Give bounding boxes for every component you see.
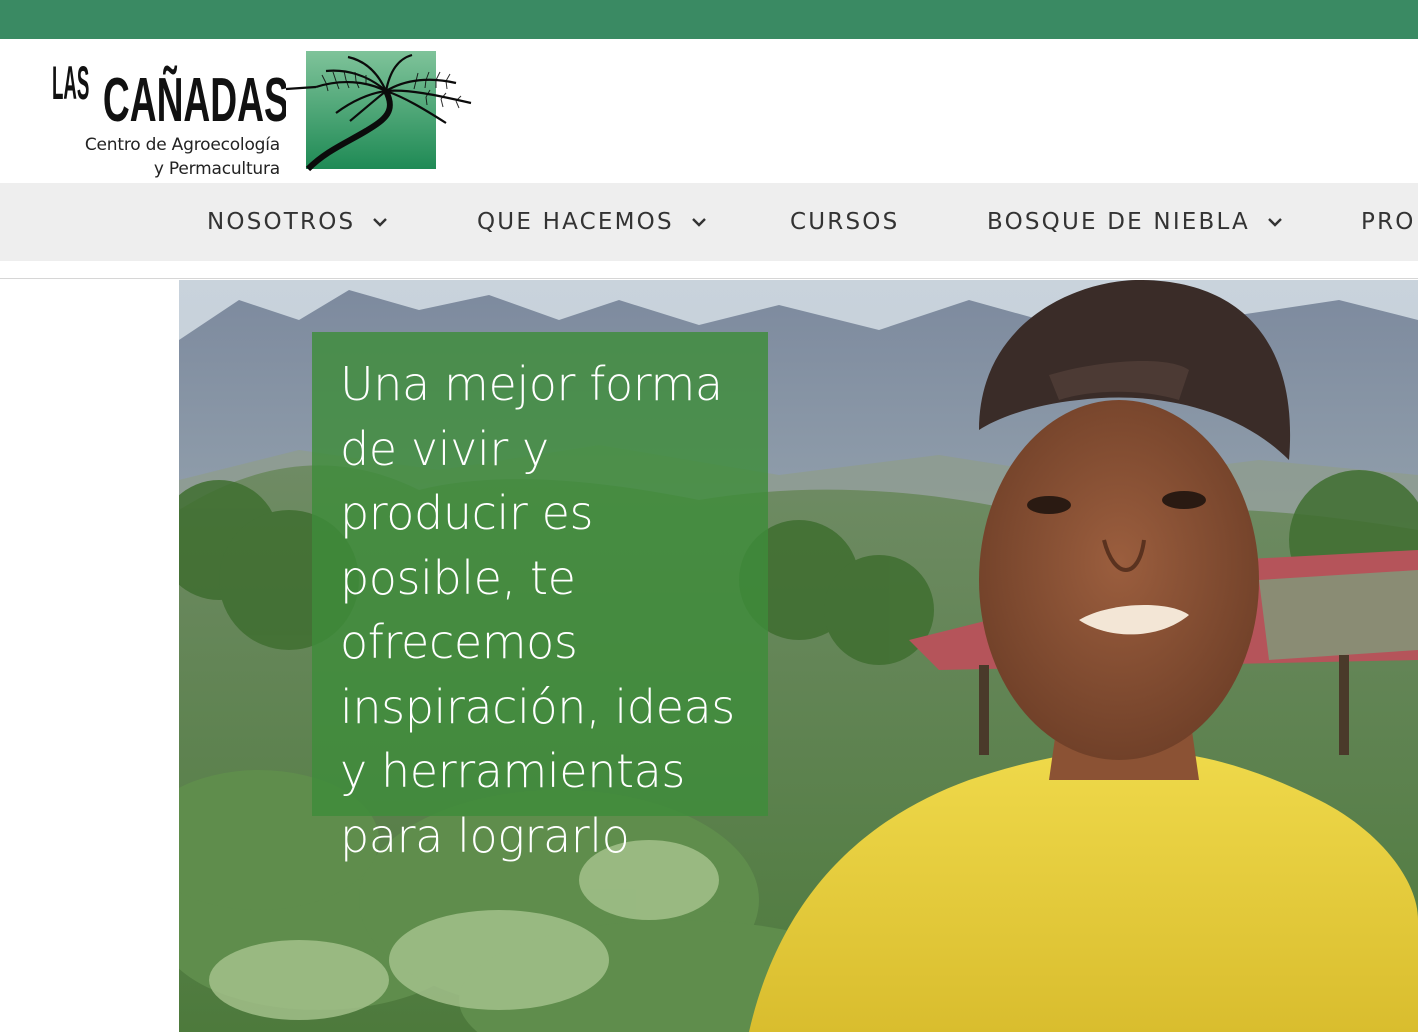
top-accent-bar [0,0,1418,39]
svg-text:LAS: LAS [52,57,89,110]
site-logo[interactable]: LAS CAÑADAS Centro de Agroecología y Per… [52,49,482,179]
header-divider [0,278,1418,279]
nav-label: QUE HACEMOS [477,209,674,235]
nav-label: BOSQUE DE NIEBLA [987,209,1250,235]
nav-item-cursos[interactable]: CURSOS [790,183,899,261]
chevron-down-icon [1268,218,1282,227]
logo-subtitle-line1: Centro de Agroecología [84,135,280,155]
palm-tree-logo-icon [286,51,472,172]
chevron-down-icon [691,218,706,227]
nav-label: NOSOTROS [207,209,356,235]
nav-item-bosque-de-niebla[interactable]: BOSQUE DE NIEBLA [987,183,1284,261]
nav-label: PRO [1361,209,1416,235]
logo-subtitle-line2: y Permacultura [153,159,280,179]
hero-headline: Una mejor forma de vivir y producir es p… [340,357,735,863]
main-nav: NOSOTROS QUE HACEMOS CURSOS BOSQUE DE NI… [0,183,1418,261]
nav-item-nosotros[interactable]: NOSOTROS [207,183,389,261]
nav-label: CURSOS [790,209,900,235]
svg-text:CAÑADAS: CAÑADAS [103,65,286,129]
site-header: LAS CAÑADAS Centro de Agroecología y Per… [0,39,1418,183]
nav-item-que-hacemos[interactable]: QUE HACEMOS [477,183,708,261]
logo-wordmark: LAS CAÑADAS [52,57,286,129]
chevron-down-icon [373,218,388,227]
nav-item-pro[interactable]: PRO [1361,183,1416,261]
